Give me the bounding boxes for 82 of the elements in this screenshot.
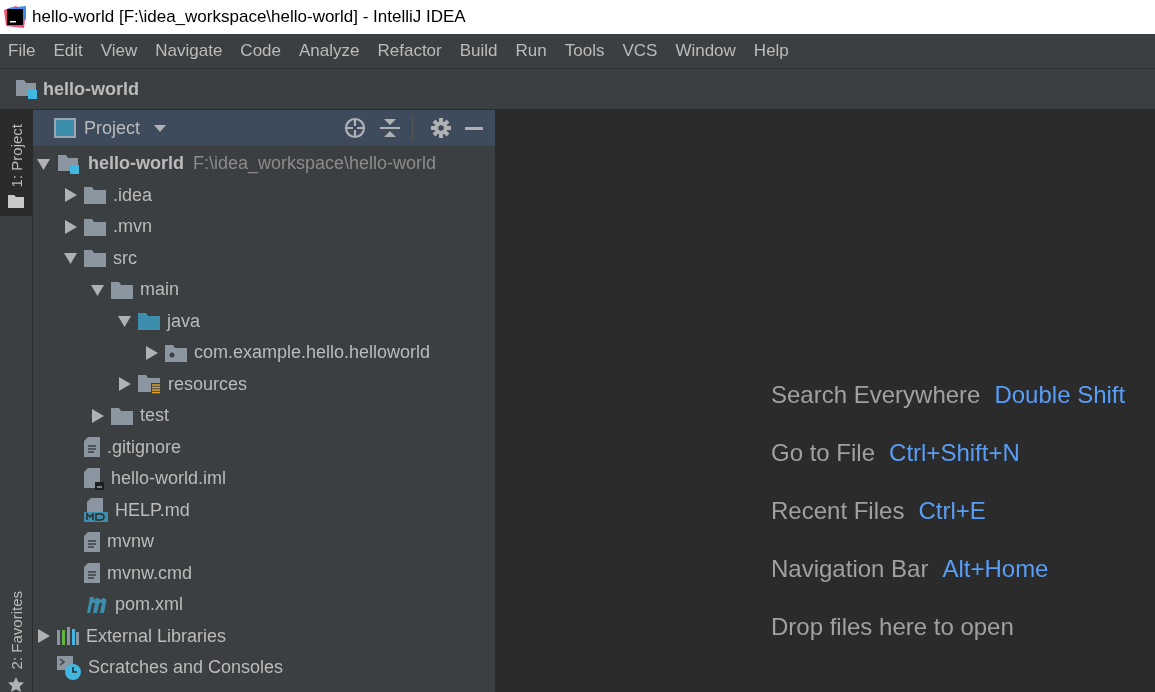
resources-folder-icon <box>138 374 161 395</box>
collapse-arrow-icon[interactable] <box>64 251 77 266</box>
scratches-icon <box>57 655 81 680</box>
menu-item[interactable]: Edit <box>53 41 83 61</box>
folder-icon <box>111 406 133 425</box>
module-folder-icon <box>15 78 39 100</box>
menu-item[interactable]: Analyze <box>299 41 360 61</box>
tree-item-label[interactable]: com.example.hello.helloworld <box>194 342 431 364</box>
shortcut-text: Alt+Home <box>942 555 1049 583</box>
folder-icon <box>84 186 106 205</box>
menu-item[interactable]: Refactor <box>377 41 442 61</box>
collapse-all-icon[interactable] <box>380 117 400 139</box>
menu-item[interactable]: Run <box>515 41 547 61</box>
window-title: hello-world [F:\idea_workspace\hello-world] - IntelliJ IDEA <box>32 7 466 27</box>
tree-item-label[interactable]: src <box>113 247 137 269</box>
expand-arrow-icon[interactable] <box>91 408 104 423</box>
shortcut-text: Ctrl+Shift+N <box>889 439 1020 467</box>
menu-item[interactable]: Tools <box>564 41 605 61</box>
tree-item-label[interactable]: .mvn <box>113 216 152 238</box>
shortcut-text: Double Shift <box>994 381 1126 409</box>
tree-item-label[interactable]: java <box>167 310 201 332</box>
folder-icon <box>84 217 106 236</box>
menu-item[interactable]: View <box>100 41 138 61</box>
menu-item[interactable]: Help <box>753 41 789 61</box>
star-icon <box>8 677 24 692</box>
minimize-icon[interactable] <box>465 126 483 130</box>
expand-arrow-icon[interactable] <box>145 345 158 360</box>
breadcrumb-item[interactable]: hello-world <box>43 78 139 100</box>
text-file-icon <box>84 437 100 458</box>
hint-label: Navigation Bar <box>771 555 929 583</box>
collapse-arrow-icon[interactable] <box>37 156 50 171</box>
folder-icon <box>138 312 160 331</box>
menu-item[interactable]: File <box>8 41 36 61</box>
folder-icon <box>84 249 106 268</box>
tree-item-label[interactable]: hello-world <box>88 153 184 175</box>
text-file-icon <box>84 563 100 584</box>
module-folder-icon <box>57 152 81 175</box>
expand-arrow-icon[interactable] <box>118 377 131 392</box>
menu-item[interactable]: Build <box>459 41 498 61</box>
hint-label: Go to File <box>771 439 876 467</box>
panel-window-icon <box>54 118 76 138</box>
shortcut-text: Ctrl+E <box>918 497 986 525</box>
tree-item-label[interactable]: main <box>140 279 179 301</box>
locate-crosshair-icon[interactable] <box>344 117 366 139</box>
tree-item-label[interactable]: mvnw.cmd <box>107 562 193 584</box>
tree-item-label[interactable]: .idea <box>113 184 153 206</box>
tool-window-tab[interactable]: 2: Favorites <box>0 576 32 692</box>
tree-item-label[interactable]: HELP.md <box>115 499 190 521</box>
tree-item-label[interactable]: test <box>140 405 169 427</box>
markdown-file-icon <box>84 498 108 523</box>
tree-item-label[interactable]: mvnw <box>107 531 154 553</box>
hint-label: Drop files here to open <box>771 613 1014 641</box>
tree-item-label[interactable]: Scratches and Consoles <box>88 657 284 679</box>
hint-label: Search Everywhere <box>771 381 981 409</box>
menu-item[interactable]: Navigate <box>155 41 223 61</box>
menu-item[interactable]: Code <box>240 41 281 61</box>
module-file-icon <box>84 467 104 490</box>
dropdown-caret-icon[interactable] <box>154 124 167 132</box>
collapse-arrow-icon[interactable] <box>91 282 104 297</box>
package-folder-icon <box>165 343 187 362</box>
tool-window-tab[interactable]: 1: Project <box>0 110 32 217</box>
text-file-icon <box>84 531 100 552</box>
hint-label: Recent Files <box>771 497 905 525</box>
tree-item-label[interactable]: pom.xml <box>115 594 183 616</box>
settings-icon[interactable] <box>431 118 451 138</box>
expand-arrow-icon[interactable] <box>64 188 77 203</box>
panel-title-dropdown[interactable]: Project <box>84 117 141 139</box>
menu-item[interactable]: Window <box>675 41 736 61</box>
tree-item-label[interactable]: hello-world.iml <box>111 468 227 490</box>
folder-icon <box>111 280 133 299</box>
project-path: F:\idea_workspace\hello-world <box>193 153 437 175</box>
tree-item-label[interactable]: resources <box>168 373 248 395</box>
folder-icon <box>8 195 24 209</box>
app-logo-icon <box>4 6 26 28</box>
expand-arrow-icon[interactable] <box>64 219 77 234</box>
libraries-icon <box>57 627 79 646</box>
menu-item[interactable]: VCS <box>622 41 658 61</box>
collapse-arrow-icon[interactable] <box>118 314 131 329</box>
tree-item-label[interactable]: External Libraries <box>86 625 227 647</box>
expand-arrow-icon[interactable] <box>37 629 50 644</box>
maven-icon <box>84 596 108 613</box>
tree-item-label[interactable]: .gitignore <box>107 436 182 458</box>
